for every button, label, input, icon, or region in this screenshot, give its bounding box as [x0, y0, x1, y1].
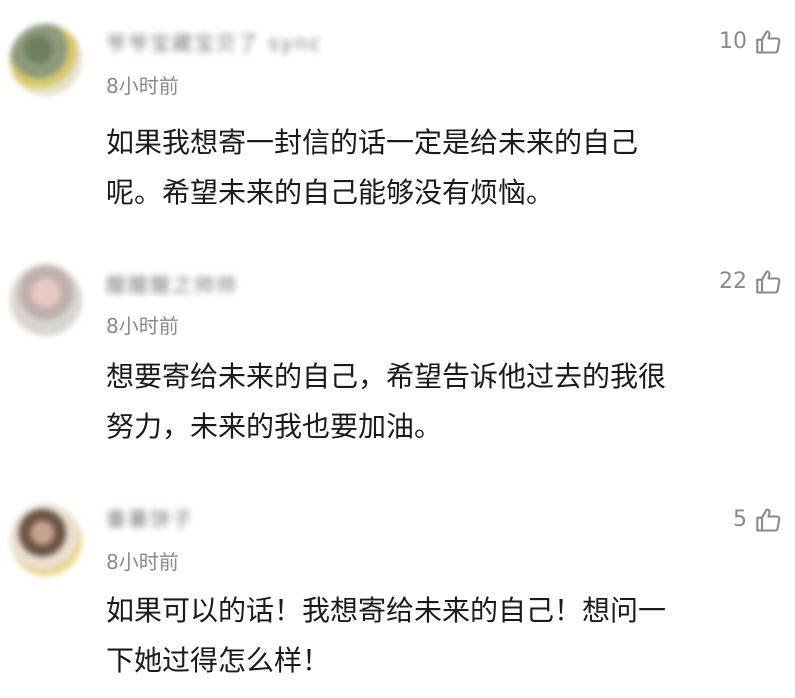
comment-text: 如果我想寄一封信的话一定是给未来的自己 呢。希望未来的自己能够没有烦恼。 — [106, 126, 639, 209]
avatar[interactable] — [10, 504, 82, 576]
like-count: 22 — [719, 269, 747, 294]
comment-item: 醒醒醒之帅帅 8小时前 22 想要寄给未来的自己，希望告诉他过去的我很 努力，未… — [0, 240, 795, 470]
comment-time: 8小时前 — [106, 74, 179, 98]
comment-text: 想要寄给未来的自己，希望告诉他过去的我很 努力，未来的我也要加油。 — [106, 360, 667, 443]
comment-time: 8小时前 — [106, 550, 179, 574]
comment-item: 番薯饼子 8小时前 5 如果可以的话！我想寄给未来的自己！想问一 下她过得怎么样… — [0, 476, 795, 698]
avatar[interactable] — [10, 264, 82, 336]
comment-time: 8小时前 — [106, 314, 179, 338]
like-button[interactable]: 5 — [733, 506, 783, 534]
like-count: 5 — [733, 507, 747, 532]
like-count: 10 — [719, 29, 747, 54]
thumbs-up-icon[interactable] — [755, 268, 783, 296]
comment-text: 如果可以的话！我想寄给未来的自己！想问一 下她过得怎么样！ — [106, 594, 667, 677]
like-button[interactable]: 10 — [719, 28, 783, 56]
comment-item: 爷爷宝藏宝贝了 sync 8小时前 10 如果我想寄一封信的话一定是给未来的自己… — [0, 0, 795, 230]
username[interactable]: 醒醒醒之帅帅 — [106, 274, 238, 296]
username[interactable]: 番薯饼子 — [106, 508, 194, 530]
thumbs-up-icon[interactable] — [755, 28, 783, 56]
avatar[interactable] — [10, 24, 82, 96]
username[interactable]: 爷爷宝藏宝贝了 sync — [106, 32, 322, 54]
like-button[interactable]: 22 — [719, 268, 783, 296]
thumbs-up-icon[interactable] — [755, 506, 783, 534]
